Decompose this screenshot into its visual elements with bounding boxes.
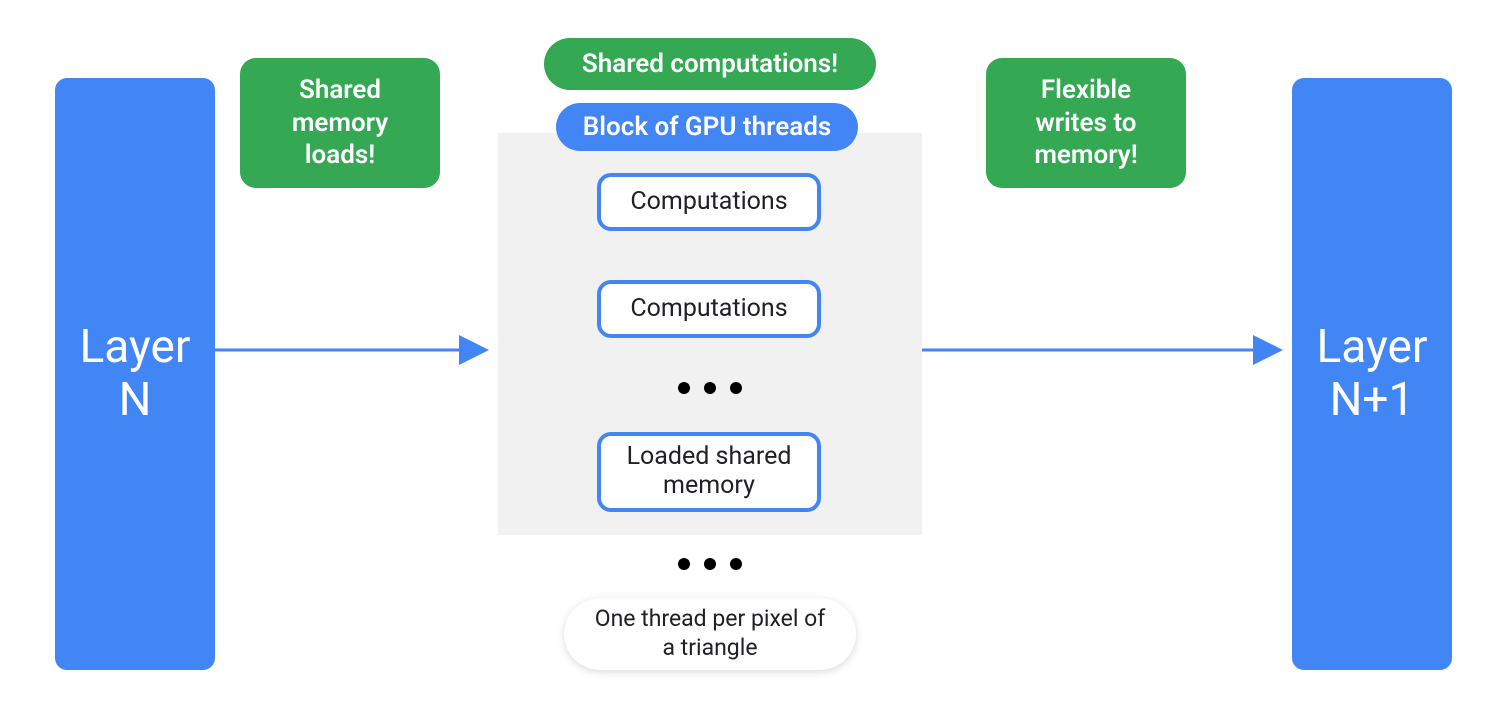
computation-box-1: Computations xyxy=(597,173,821,231)
arrow-left xyxy=(215,335,498,365)
arrow-right xyxy=(922,335,1292,365)
footer-pill: One thread per pixel of a triangle xyxy=(564,598,856,670)
callout-shared-computations-text: Shared computations! xyxy=(582,48,838,81)
computation-box-2-text: Computations xyxy=(630,295,787,324)
shared-memory-box: Loaded shared memory xyxy=(597,432,821,512)
gpu-block-title: Block of GPU threads xyxy=(556,103,858,151)
layer-n1-line2: N+1 xyxy=(1330,374,1415,427)
callout-shared-loads: Shared memory loads! xyxy=(240,58,440,188)
layer-n1-box: Layer N+1 xyxy=(1292,78,1452,670)
callout-shared-computations: Shared computations! xyxy=(544,38,876,90)
callout-flexible-writes-text: Flexible writes to memory! xyxy=(1008,74,1164,172)
layer-n-line2: N xyxy=(119,374,152,427)
layer-n1-line1: Layer xyxy=(1317,321,1428,374)
computation-box-1-text: Computations xyxy=(630,188,787,217)
computation-box-2: Computations xyxy=(597,280,821,338)
shared-memory-box-text: Loaded shared memory xyxy=(601,443,817,501)
ellipsis-inner xyxy=(678,382,742,394)
callout-flexible-writes: Flexible writes to memory! xyxy=(986,58,1186,188)
ellipsis-outer xyxy=(678,558,742,570)
layer-n-line1: Layer xyxy=(80,321,191,374)
footer-pill-text: One thread per pixel of a triangle xyxy=(590,605,830,663)
callout-shared-loads-text: Shared memory loads! xyxy=(262,74,418,172)
gpu-block-title-text: Block of GPU threads xyxy=(583,112,831,142)
layer-n-box: Layer N xyxy=(55,78,215,670)
